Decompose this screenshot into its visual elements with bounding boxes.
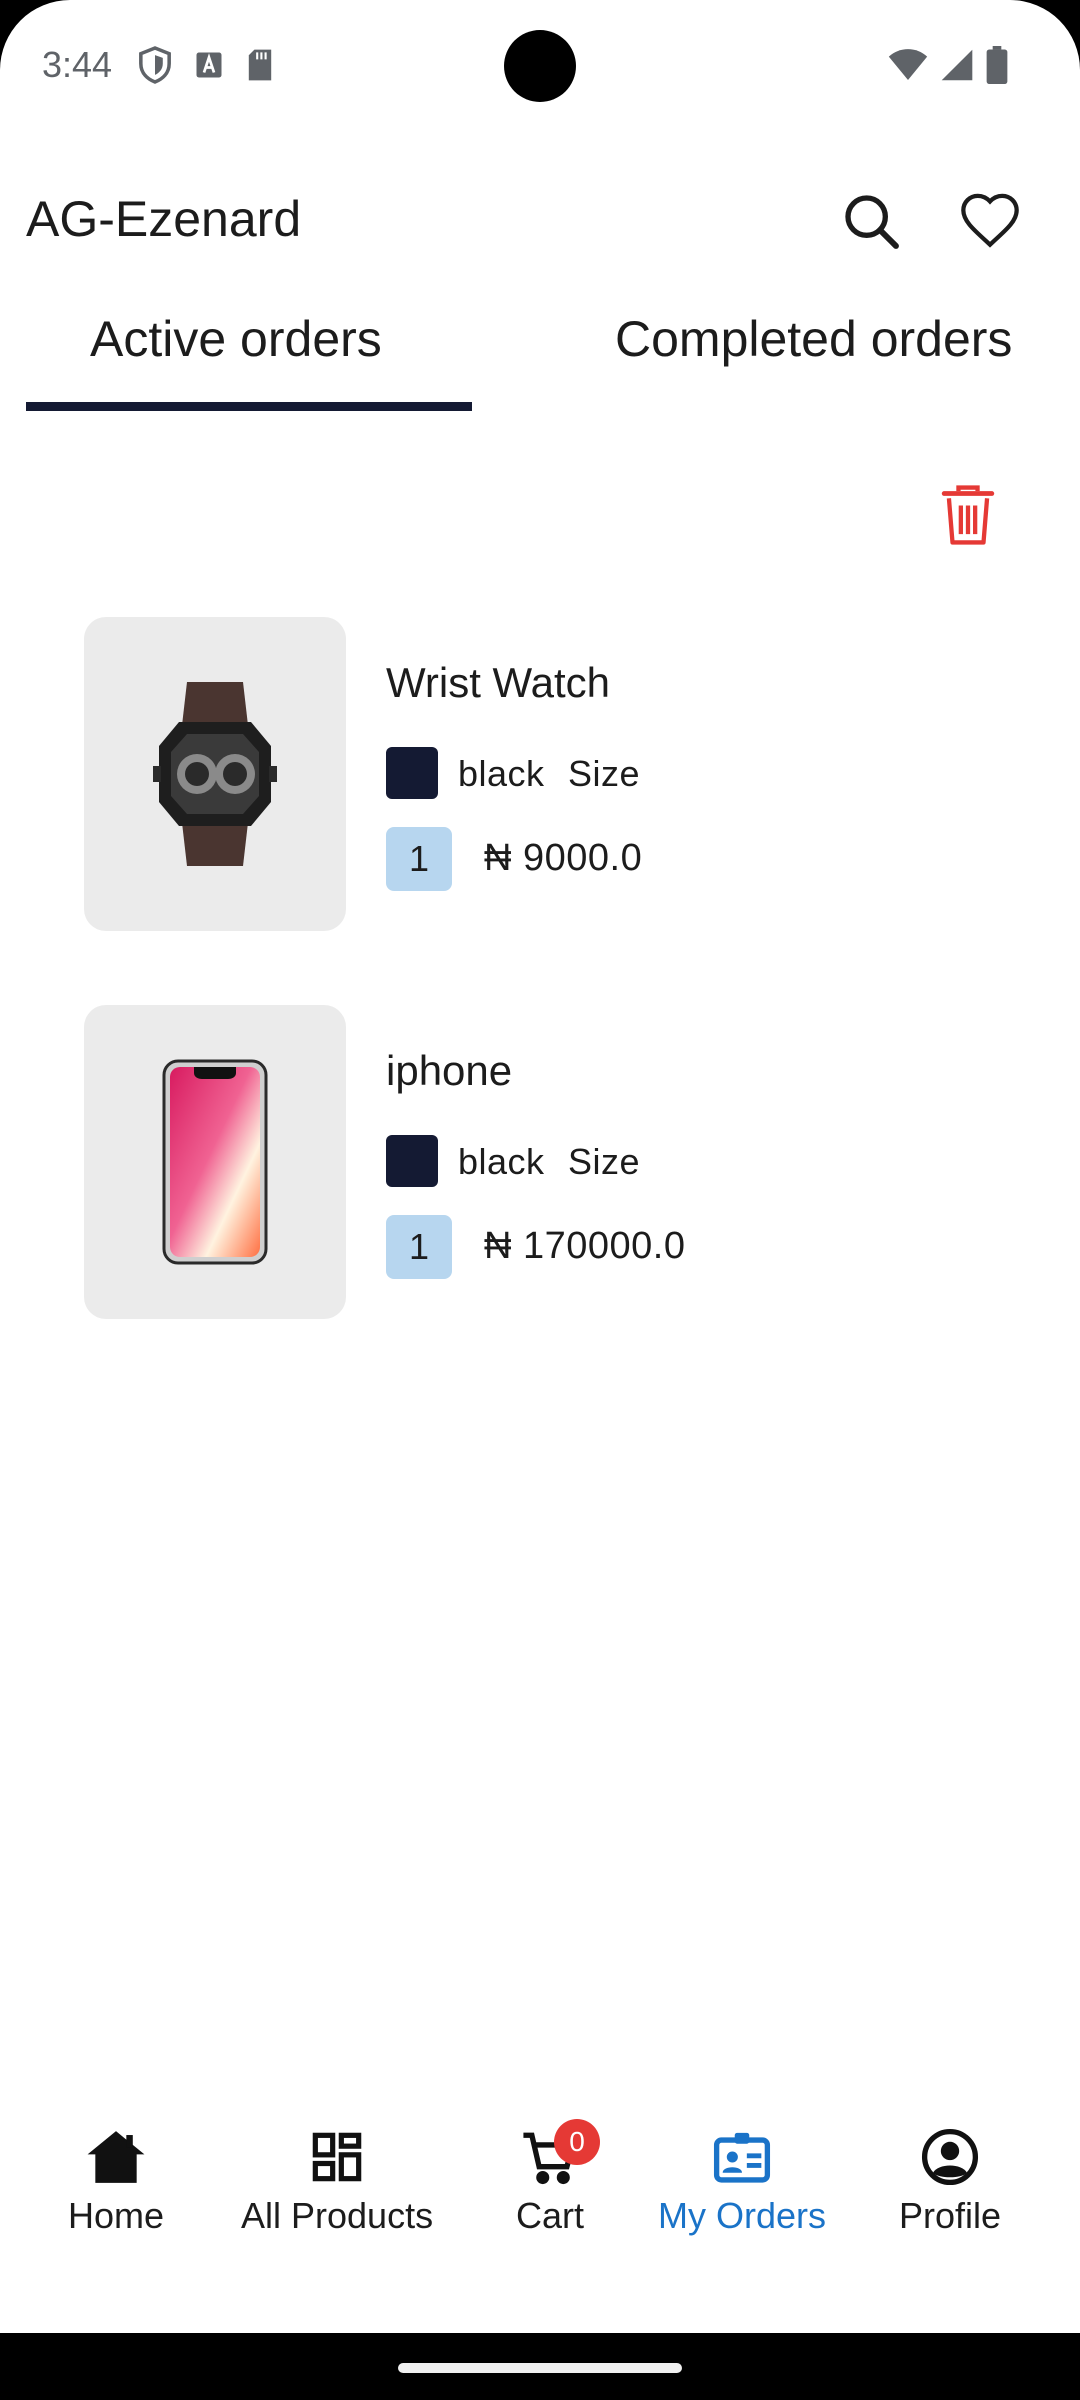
- product-color: black: [458, 753, 545, 794]
- nav-label-home: Home: [68, 2195, 165, 2236]
- nav-label-my-orders: My Orders: [658, 2195, 827, 2236]
- wrist-watch-image: [153, 682, 277, 866]
- nav-item-profile[interactable]: Profile: [899, 2125, 1001, 2237]
- nav-label-all-products: All Products: [241, 2195, 434, 2236]
- favorites-button[interactable]: [958, 190, 1022, 254]
- home-icon: [84, 2125, 148, 2189]
- product-image: [84, 1005, 346, 1319]
- nav-label-cart: Cart: [516, 2195, 585, 2236]
- bottom-navigation: Home All Products 0 Cart My Orders Profi…: [0, 2119, 1080, 2255]
- status-left-icons: [138, 46, 274, 89]
- product-name: Wrist Watch: [386, 659, 611, 706]
- search-icon: [845, 195, 899, 249]
- delete-button[interactable]: [938, 484, 998, 554]
- signal-icon: [940, 48, 974, 87]
- grid-icon: [305, 2125, 369, 2189]
- tab-completed-orders[interactable]: Completed orders: [615, 310, 1012, 368]
- status-bar: 3:44: [0, 0, 1080, 130]
- shield-icon: [138, 46, 172, 89]
- order-item[interactable]: iphone black Size 1 ₦ 170000.0: [84, 1005, 984, 1319]
- nav-label-profile: Profile: [899, 2195, 1002, 2236]
- product-image: [84, 617, 346, 931]
- profile-icon: [918, 2125, 982, 2189]
- search-button[interactable]: [840, 190, 904, 254]
- quantity-badge: 1: [386, 1215, 452, 1279]
- quantity-badge: 1: [386, 827, 452, 891]
- heart-icon: [961, 193, 1019, 248]
- sd-card-icon: [246, 48, 274, 87]
- status-right-icons: [888, 46, 1008, 89]
- screen: 3:44 AG-Ezenard Active orders Completed …: [0, 0, 1080, 2333]
- product-color: black: [458, 1141, 545, 1182]
- order-tabs: Active orders Completed orders: [0, 310, 1080, 411]
- gesture-bar[interactable]: [398, 2363, 682, 2373]
- product-name: iphone: [386, 1047, 513, 1094]
- order-item[interactable]: Wrist Watch black Size 1 ₦ 9000.0: [84, 617, 984, 931]
- cart-icon: 0: [518, 2119, 600, 2189]
- app-title: AG-Ezenard: [26, 191, 302, 247]
- app-bar: AG-Ezenard: [0, 180, 1080, 260]
- product-size-label: Size: [568, 753, 641, 794]
- nav-item-my-orders[interactable]: My Orders: [658, 2125, 826, 2237]
- product-size-label: Size: [568, 1141, 641, 1182]
- tab-indicator: [26, 402, 472, 411]
- product-price: ₦ 9000.0: [484, 837, 643, 879]
- wifi-icon: [888, 48, 928, 87]
- trash-icon: [941, 485, 995, 545]
- iphone-image: [162, 1059, 268, 1265]
- battery-icon: [986, 46, 1008, 89]
- status-time: 3:44: [42, 44, 113, 85]
- font-icon: [194, 50, 224, 85]
- color-swatch: [386, 1135, 438, 1187]
- camera-cutout: [504, 30, 576, 102]
- orders-icon: [710, 2125, 774, 2189]
- product-price: ₦ 170000.0: [484, 1225, 686, 1267]
- nav-item-cart[interactable]: 0 Cart: [516, 2119, 600, 2237]
- color-swatch: [386, 747, 438, 799]
- cart-count-badge: 0: [554, 2119, 600, 2165]
- nav-item-home[interactable]: Home: [68, 2125, 164, 2237]
- nav-item-all-products[interactable]: All Products: [241, 2125, 433, 2237]
- tab-active-orders[interactable]: Active orders: [90, 310, 382, 368]
